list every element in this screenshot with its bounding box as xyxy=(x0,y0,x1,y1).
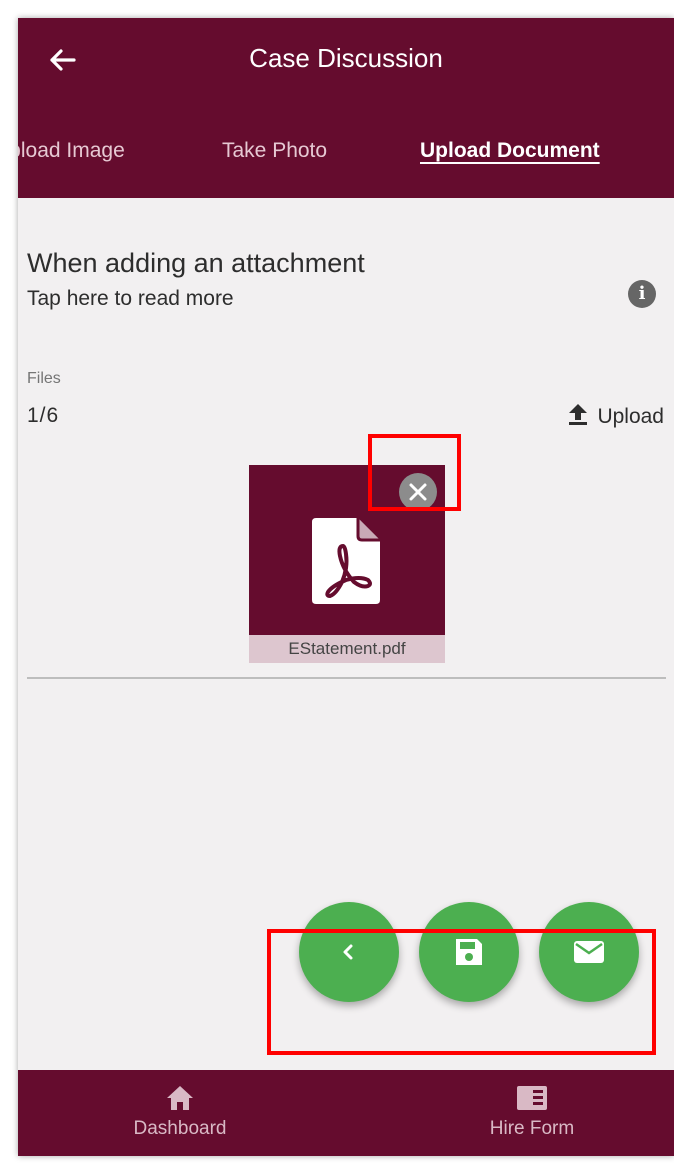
upload-icon xyxy=(567,402,589,432)
save-fab-button[interactable] xyxy=(419,902,519,1002)
bottom-navigation: Dashboard Hire Form xyxy=(18,1070,674,1156)
nav-dashboard[interactable]: Dashboard xyxy=(80,1070,280,1156)
files-label: Files xyxy=(27,370,61,387)
info-icon[interactable]: i xyxy=(628,280,656,308)
pdf-file-icon xyxy=(310,516,382,606)
envelope-icon xyxy=(574,941,604,963)
tab-take-photo[interactable]: Take Photo xyxy=(222,126,327,176)
read-more-link[interactable]: Tap here to read more xyxy=(27,284,234,314)
save-icon xyxy=(456,939,482,965)
nav-hire-form[interactable]: Hire Form xyxy=(432,1070,632,1156)
file-name: EStatement.pdf xyxy=(249,635,445,663)
app-bar: Case Discussion Upload Image Take Photo … xyxy=(18,18,674,198)
home-icon xyxy=(165,1084,195,1117)
form-icon xyxy=(515,1084,549,1117)
tab-upload-image[interactable]: Upload Image xyxy=(18,126,125,176)
page-title: Case Discussion xyxy=(249,43,443,73)
nav-hire-form-label: Hire Form xyxy=(489,1118,575,1139)
app-screen: Case Discussion Upload Image Take Photo … xyxy=(18,18,674,1156)
remove-file-button[interactable] xyxy=(399,473,437,511)
close-icon xyxy=(409,483,427,501)
email-fab-button[interactable] xyxy=(539,902,639,1002)
chevron-left-icon xyxy=(343,944,353,960)
files-count: 1/6 xyxy=(27,404,60,427)
back-fab-button[interactable] xyxy=(299,902,399,1002)
nav-dashboard-label: Dashboard xyxy=(133,1118,227,1139)
divider xyxy=(27,677,666,679)
tab-bar: Upload Image Take Photo Upload Document xyxy=(18,126,674,176)
tab-upload-document[interactable]: Upload Document xyxy=(420,126,600,176)
upload-button[interactable]: Upload xyxy=(567,402,664,432)
attachment-info-heading[interactable]: When adding an attachment xyxy=(27,246,365,280)
upload-label: Upload xyxy=(597,405,664,428)
